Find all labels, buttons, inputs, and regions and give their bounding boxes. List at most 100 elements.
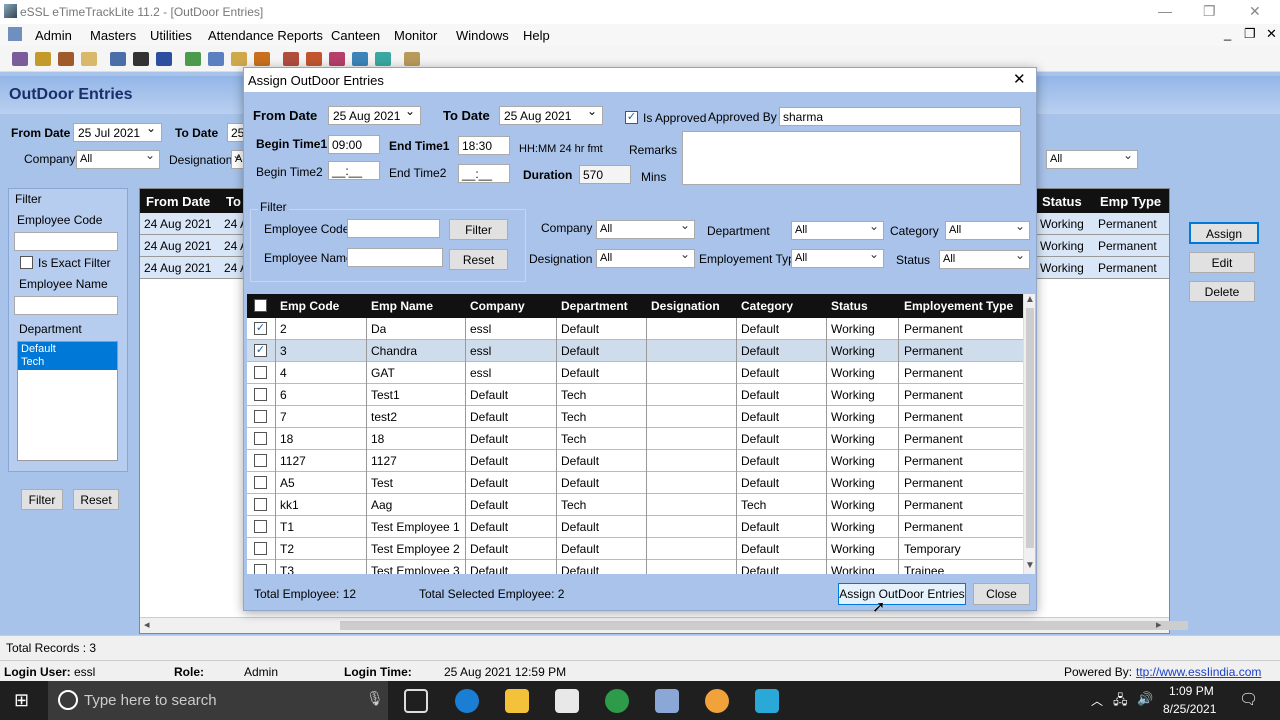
chrome-icon[interactable] bbox=[605, 689, 629, 713]
row-select-checkbox[interactable] bbox=[254, 498, 267, 511]
grid-cell[interactable]: 24 Aug 2021 bbox=[140, 257, 220, 279]
toolbar-icon-17[interactable] bbox=[404, 52, 420, 66]
toolbar-icon-8[interactable] bbox=[185, 52, 201, 66]
employee-row[interactable]: 1127 1127 Default Default Default Working Perm… bbox=[247, 450, 1023, 472]
employee-row[interactable]: 18 18 Default Tech Default Working Permanent bbox=[247, 428, 1023, 450]
grid-cell[interactable]: 24 A bbox=[220, 235, 244, 257]
row-select-checkbox[interactable] bbox=[254, 410, 267, 423]
col-designation[interactable]: Designation bbox=[651, 299, 720, 313]
mdi-restore-icon[interactable]: ❐ bbox=[1244, 26, 1256, 42]
scroll-right-icon[interactable]: ▸ bbox=[1156, 618, 1162, 631]
toolbar-icon-13[interactable] bbox=[306, 52, 322, 66]
col-category[interactable]: Category bbox=[741, 299, 793, 313]
windows-start-icon[interactable]: ⊞ bbox=[14, 690, 29, 711]
edge-icon[interactable] bbox=[455, 689, 479, 713]
network-icon[interactable]: 🖧 bbox=[1113, 691, 1128, 713]
employee-row[interactable]: kk1 Aag Default Tech Tech Working Permanent bbox=[247, 494, 1023, 516]
toolbar-icon-11[interactable] bbox=[254, 52, 270, 66]
grid-cell[interactable]: Working bbox=[1036, 213, 1094, 235]
mdi-minimize-icon[interactable]: _ bbox=[1224, 26, 1231, 41]
toolbar-icon-12[interactable] bbox=[283, 52, 299, 66]
modal-department-select[interactable]: All bbox=[791, 221, 884, 240]
row-select-checkbox[interactable] bbox=[254, 542, 267, 555]
is-approved-checkbox[interactable]: ✓ bbox=[625, 111, 638, 124]
col-department[interactable]: Department bbox=[561, 299, 628, 313]
employee-row[interactable]: T3 Test Employee 3 Default Default Default Wo… bbox=[247, 560, 1023, 574]
employee-table-vscrollbar[interactable]: ▲ ▼ bbox=[1023, 294, 1035, 574]
employee-row[interactable]: 4 GAT essl Default Default Working Permanent bbox=[247, 362, 1023, 384]
extra-select[interactable]: All bbox=[1046, 150, 1138, 169]
row-select-checkbox[interactable] bbox=[254, 564, 267, 574]
assign-outdoor-entries-button[interactable]: Assign OutDoor Entries bbox=[838, 583, 966, 605]
left-filter-button[interactable]: Filter bbox=[21, 489, 63, 510]
employee-row[interactable]: ✓ 2 Da essl Default Default Working Permanent bbox=[247, 318, 1023, 340]
restore-icon[interactable]: ❐ bbox=[1203, 3, 1216, 20]
modal-reset-button[interactable]: Reset bbox=[449, 249, 508, 270]
tray-chevron-icon[interactable]: ︿ bbox=[1091, 692, 1103, 709]
modal-from-date[interactable]: 25 Aug 2021 bbox=[328, 104, 421, 125]
row-select-checkbox[interactable] bbox=[254, 454, 267, 467]
menu-admin[interactable]: Admin bbox=[35, 28, 72, 43]
approved-by-input[interactable]: sharma bbox=[779, 107, 1021, 126]
col-status[interactable]: Status bbox=[831, 299, 868, 313]
employee-row[interactable]: 7 test2 Default Tech Default Working Permanent bbox=[247, 406, 1023, 428]
toolbar-icon-3[interactable] bbox=[58, 52, 74, 66]
department-list[interactable]: Default Tech bbox=[17, 341, 118, 461]
close-icon[interactable]: ✕ bbox=[1249, 3, 1261, 20]
grid-cell[interactable]: Working bbox=[1036, 235, 1094, 257]
mdi-icon[interactable] bbox=[8, 27, 22, 41]
col-company[interactable]: Company bbox=[470, 299, 525, 313]
grid-cell[interactable]: 24 A bbox=[220, 257, 244, 279]
toolbar-icon-5[interactable] bbox=[110, 52, 126, 66]
employee-name-input[interactable] bbox=[14, 296, 118, 315]
volume-icon[interactable]: 🔊 bbox=[1137, 691, 1153, 707]
hscroll-thumb[interactable] bbox=[340, 621, 1188, 630]
modal-filter-button[interactable]: Filter bbox=[449, 219, 508, 240]
end-time1-input[interactable]: 18:30 bbox=[458, 136, 510, 155]
modal-to-date[interactable]: 25 Aug 2021 bbox=[499, 104, 603, 125]
employee-code-input[interactable] bbox=[14, 232, 118, 251]
powered-by-link[interactable]: ttp://www.essIindia.com bbox=[1136, 665, 1261, 679]
toolbar-icon-15[interactable] bbox=[352, 52, 368, 66]
employee-row[interactable]: T2 Test Employee 2 Default Default Default Wo… bbox=[247, 538, 1023, 560]
row-select-checkbox[interactable]: ✓ bbox=[254, 322, 267, 335]
grid-cell[interactable]: Permanent bbox=[1094, 235, 1169, 257]
clock-date[interactable]: 8/25/2021 bbox=[1163, 702, 1216, 716]
emp-code-input[interactable] bbox=[347, 219, 440, 238]
grid-hscrollbar[interactable]: ◂ ▸ bbox=[140, 617, 1188, 633]
grid-cell[interactable]: Permanent bbox=[1094, 213, 1169, 235]
app-icon[interactable] bbox=[705, 689, 729, 713]
row-select-checkbox[interactable] bbox=[254, 388, 267, 401]
menu-utilities[interactable]: Utilities bbox=[150, 28, 192, 43]
col-employment-type[interactable]: Employement Type bbox=[904, 299, 1013, 313]
modal-designation-select[interactable]: All bbox=[596, 249, 695, 268]
modal-employment-type-select[interactable]: All bbox=[791, 249, 884, 268]
notification-icon[interactable]: 🗨 bbox=[1239, 690, 1258, 708]
row-select-checkbox[interactable] bbox=[254, 476, 267, 489]
calendar-icon[interactable] bbox=[208, 52, 224, 66]
grid-cell[interactable]: 24 Aug 2021 bbox=[140, 213, 220, 235]
toolbar-icon-10[interactable] bbox=[231, 52, 247, 66]
microphone-icon[interactable]: 🎙 bbox=[366, 690, 384, 707]
grid-cell[interactable]: Working bbox=[1036, 257, 1094, 279]
etimetrack-icon[interactable] bbox=[655, 689, 679, 713]
modal-status-select[interactable]: All bbox=[939, 250, 1030, 269]
row-select-checkbox[interactable] bbox=[254, 432, 267, 445]
key-icon[interactable] bbox=[35, 52, 51, 66]
employee-row[interactable]: T1 Test Employee 1 Default Default Default Wo… bbox=[247, 516, 1023, 538]
dialog-close-icon[interactable]: ✕ bbox=[1013, 70, 1026, 88]
company-select[interactable]: All bbox=[76, 150, 160, 169]
employee-row[interactable]: ✓ 3 Chandra essl Default Default Working Perman… bbox=[247, 340, 1023, 362]
scroll-up-icon[interactable]: ▲ bbox=[1025, 294, 1035, 305]
grid-cell[interactable]: 24 Aug 2021 bbox=[140, 235, 220, 257]
begin-time1-input[interactable]: 09:00 bbox=[328, 135, 380, 154]
exact-filter-checkbox[interactable] bbox=[20, 256, 33, 269]
modal-company-select[interactable]: All bbox=[596, 220, 695, 239]
toolbar-icon-14[interactable] bbox=[329, 52, 345, 66]
col-emp-name[interactable]: Emp Name bbox=[371, 299, 433, 313]
menu-attendance-reports[interactable]: Attendance Reports bbox=[208, 28, 323, 43]
from-date-picker[interactable]: 25 Jul 2021 bbox=[73, 121, 162, 142]
vscroll-thumb[interactable] bbox=[1026, 308, 1034, 548]
row-select-checkbox[interactable] bbox=[254, 520, 267, 533]
dialog-close-button[interactable]: Close bbox=[973, 583, 1030, 605]
